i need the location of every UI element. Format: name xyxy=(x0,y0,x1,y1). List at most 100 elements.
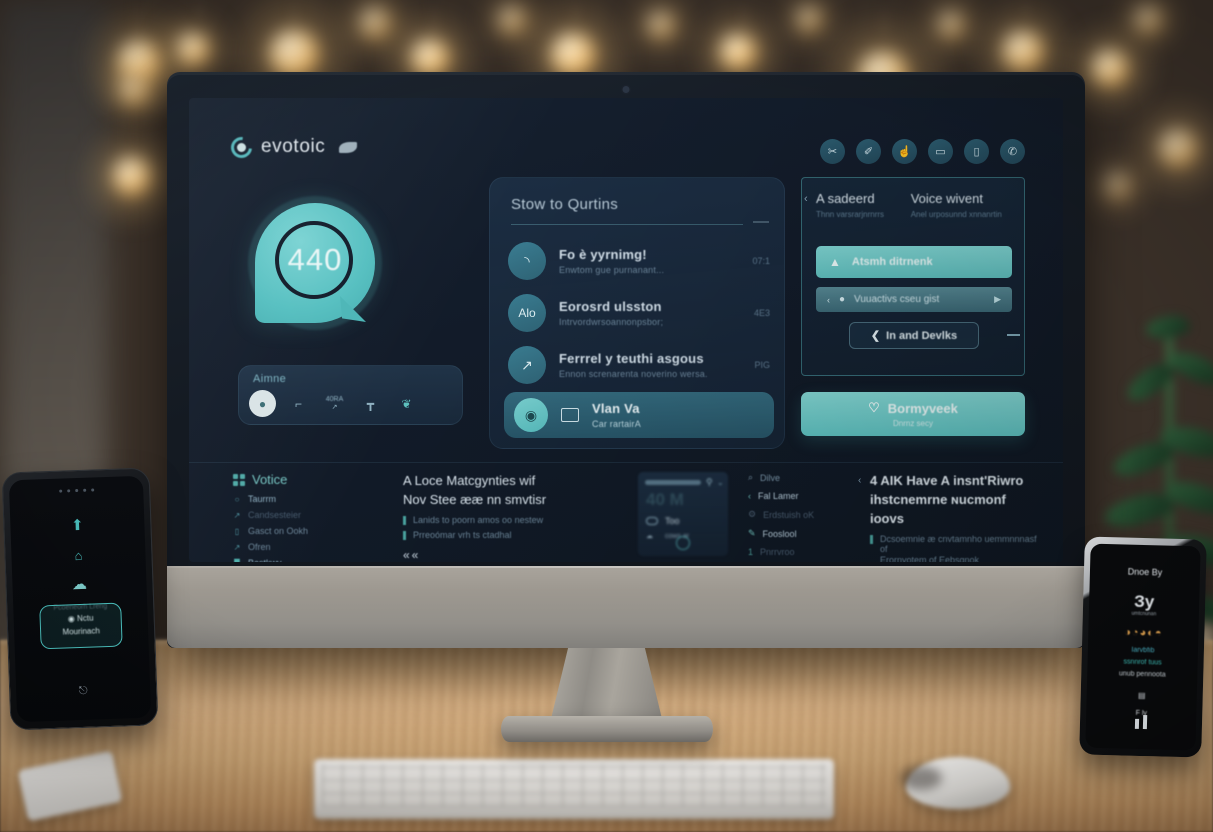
assistant-col1-sub: Thnn varsrarjnrnrrs xyxy=(816,210,885,219)
bullet-icon: ⚙ xyxy=(748,509,757,519)
phone-right-screen: Dnoe By Зу umtcnunan ◑◔◕◐◓ Iarvbfib ssnn… xyxy=(1085,543,1201,751)
light-bulb xyxy=(616,0,706,70)
aimne-icon-label: 40RA xyxy=(325,396,344,403)
phone-right[interactable]: Dnoe By Зу umtcnunan ◑◔◕◐◓ Iarvbfib ssnn… xyxy=(1079,536,1207,758)
lamp-icon[interactable]: ┳ xyxy=(357,390,384,417)
search-icon[interactable]: ⚲ xyxy=(706,477,713,488)
chevron-down-icon[interactable]: ⌄ xyxy=(717,478,724,487)
phone-left-action-button[interactable]: ◉ Nctu Mourinach xyxy=(39,602,123,650)
thumb-icon[interactable]: ☝ xyxy=(892,139,917,164)
row-subtext: Ennon screnarenta noverino wersa. xyxy=(559,369,708,379)
phone-icon[interactable]: ✆ xyxy=(1000,139,1025,164)
apple-icon[interactable]: ● xyxy=(249,390,276,417)
light-bulb xyxy=(1106,0,1190,62)
upload-cloud-icon[interactable]: ⬆ xyxy=(71,516,84,534)
leaf-icon[interactable]: ❦ xyxy=(393,390,420,417)
aimne-panel[interactable]: Aimne ● ⌐ 40RA ↗ ┳ ❦ xyxy=(238,365,463,425)
bar-chart-icon xyxy=(1134,715,1148,730)
footer-column-3: ⌕ Dilve ‹ Fal Lamer ⚙ Erdstuish oK ✎ Foo… xyxy=(748,472,840,562)
assistant-col2-title: Voice wivent xyxy=(910,191,983,206)
scissors-icon[interactable]: ✂ xyxy=(820,139,845,164)
footer-section: Votice ○ Taurrm ↗ Candsesteier ▯ Gasct o… xyxy=(189,462,1063,562)
phone-left[interactable]: ⬆ ⌂ ☁ Pcoeneorh Lreng ◉ Nctu Mourinach ⎋ xyxy=(1,467,159,731)
home-icon[interactable]: ⌂ xyxy=(74,548,82,563)
footer-bullet: Prreoómar vrh ts ctadhal xyxy=(403,530,618,540)
brush-icon[interactable]: ✐ xyxy=(856,139,881,164)
tertiary-action-button[interactable]: ❮ In and Devlks xyxy=(849,322,979,349)
row-subtext: Intrvordwrsoannonpsbor; xyxy=(559,317,664,327)
app-logo[interactable]: evotoic xyxy=(226,132,358,162)
swirl-logo-icon xyxy=(226,132,257,162)
list-item-label: Candsesteier xyxy=(248,510,302,520)
list-item-label: Ofren xyxy=(248,542,271,552)
mountain-icon: ▲ xyxy=(829,255,841,269)
chevron-left-icon[interactable]: ‹ xyxy=(804,193,808,205)
light-bulb xyxy=(87,43,181,137)
bullet-square-icon xyxy=(403,515,406,525)
leaf-icon xyxy=(339,141,358,153)
mouse-shadow xyxy=(900,766,942,790)
hero-metric-value: 440 xyxy=(287,242,343,277)
list-item[interactable]: ⌕ Dilve xyxy=(748,472,840,483)
steps-row[interactable]: Alo Eorosrd ulsston Intrvordwrsoannonpsb… xyxy=(508,288,770,338)
primary-action-button[interactable]: ▲ Atsmh ditrnenk xyxy=(816,246,1012,278)
row-subtext: Car rartairA xyxy=(592,419,641,429)
secondary-action-button[interactable]: ‹ ● Vuuactivs cseu gist ▶ xyxy=(816,287,1012,312)
keyboard[interactable] xyxy=(314,759,834,819)
divider xyxy=(511,221,769,225)
phone-left-screen: ⬆ ⌂ ☁ Pcoeneorh Lreng ◉ Nctu Mourinach ⎋ xyxy=(8,475,152,723)
cta-sublabel: Dnrnz secy xyxy=(892,419,933,428)
list-item[interactable]: ↗ Candsesteier xyxy=(233,510,383,520)
row-value: PIG xyxy=(754,360,770,370)
card-watermark: 40 M xyxy=(646,490,684,509)
footer-mini-card[interactable]: ⚲ ⌄ 40 M Too ☁ cows ar xyxy=(638,472,728,556)
footer-brand-label: Votice xyxy=(252,472,288,487)
list-item[interactable]: ↗ Ofren xyxy=(233,542,383,552)
footer-bullet-text: Erornyotem of Eebsgnok xyxy=(880,554,980,562)
brand-name: evotoic xyxy=(261,136,326,157)
play-caret-icon: ▶ xyxy=(994,294,1001,304)
cloud-icon[interactable]: ☁ xyxy=(72,575,88,594)
list-item[interactable]: ✎ Fooslool xyxy=(748,528,840,539)
chevron-left-icon: ❮ xyxy=(870,330,881,342)
home-indicator-icon[interactable]: ⎋ xyxy=(79,685,88,698)
list-item[interactable]: █ Bastkwy xyxy=(233,558,383,562)
steps-row[interactable]: ↗ Ferrrel y teuthi asgous Ennon screnare… xyxy=(508,340,770,390)
search-input[interactable] xyxy=(645,480,701,485)
door-icon[interactable]: ▯ xyxy=(964,139,989,164)
steps-panel-title: Stow to Qurtins xyxy=(511,196,619,213)
cta-label: Bormyveek xyxy=(887,400,958,416)
chart-icon[interactable]: 40RA ↗ xyxy=(321,390,348,417)
list-item[interactable]: 1 Pnrrvroo xyxy=(748,547,840,557)
light-bulb xyxy=(144,0,242,98)
chevron-left-icon: ‹ xyxy=(827,294,830,305)
row-heading: Fo è yyrnimg! xyxy=(559,247,647,262)
cta-button[interactable]: ♡ Bormyveek Dnrnz secy xyxy=(801,392,1025,436)
bullet-icon: █ xyxy=(233,559,241,563)
faucet-icon[interactable]: ⌐ xyxy=(285,390,312,417)
steps-row-active[interactable]: ◉ Vlan Va Car rartairA xyxy=(504,392,774,438)
footer-bullet-text: Prreoómar vrh ts ctadhal xyxy=(413,529,512,540)
list-item[interactable]: ‹ Fal Lamer xyxy=(748,491,840,501)
row-value: 07:1 xyxy=(752,256,770,266)
list-item[interactable]: ⚙ Erdstuish oK xyxy=(748,509,840,520)
chevron-left-icon[interactable]: ‹ xyxy=(858,475,861,486)
footer-column-5: ‹ 4 AIK Have A insnt'Riwro ihstcnemrne ɴ… xyxy=(858,472,1039,562)
aimne-title: Aimne xyxy=(253,373,287,385)
row-value: 4E3 xyxy=(753,308,770,318)
heart-icon: ♡ xyxy=(868,400,880,415)
bullet-square-icon xyxy=(870,534,873,544)
list-item-label: Gasct on Ookh xyxy=(248,526,309,536)
bullet-icon: 1 xyxy=(748,547,754,557)
card-icon[interactable]: ▭ xyxy=(928,139,953,164)
footer-column-1: Votice ○ Taurrm ↗ Candsesteier ▯ Gasct o… xyxy=(233,472,383,562)
assistant-col1-title: A sadeerd xyxy=(816,191,875,206)
phone-right-title: Dnoe By xyxy=(1127,566,1163,578)
list-item[interactable]: ▯ Gasct on Ookh xyxy=(233,526,383,536)
steps-row[interactable]: ◝ Fo è yyrnimg! Enwtom gue purnanant... … xyxy=(508,236,770,286)
bullet-icon: ▯ xyxy=(234,526,240,536)
list-item[interactable]: ○ Taurrm xyxy=(233,494,383,504)
footer-c5-heading-line2: ihstcnemrne ɴucmonf ioovs xyxy=(870,491,1006,526)
secondary-action-label: Vuuactivs cseu gist xyxy=(854,294,940,305)
monitor-base xyxy=(500,716,713,742)
